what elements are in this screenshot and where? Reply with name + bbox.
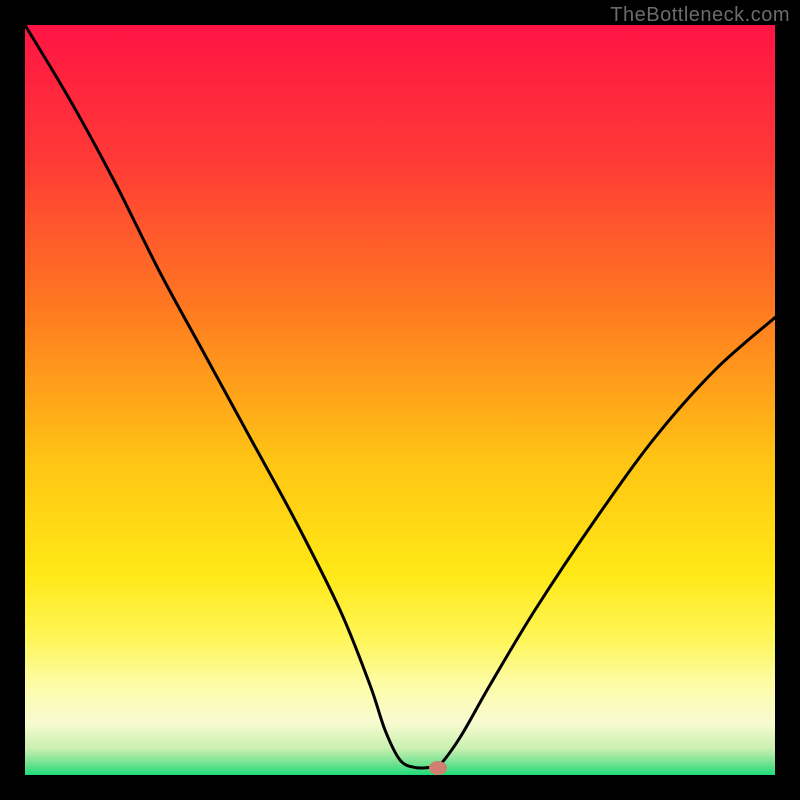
bottleneck-curve	[25, 25, 775, 775]
plot-area	[25, 25, 775, 775]
optimal-marker	[429, 761, 447, 775]
chart-container: TheBottleneck.com	[0, 0, 800, 800]
watermark-text: TheBottleneck.com	[610, 4, 790, 27]
